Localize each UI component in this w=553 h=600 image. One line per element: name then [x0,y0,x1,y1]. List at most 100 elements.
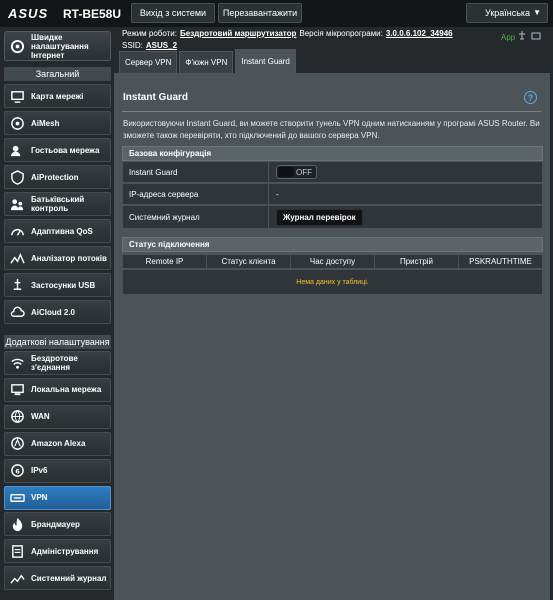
sidebar-item-aimesh[interactable]: AiMesh [4,111,111,135]
sidebar-item-network-map[interactable]: Карта мережі [4,84,111,108]
sidebar-item-wireless[interactable]: Бездротове з'єднання [4,351,111,375]
sidebar-item-label: AiCloud 2.0 [31,307,76,317]
sidebar-item-label: Адміністрування [31,546,99,556]
column-device: Пристрій [375,255,459,268]
ipv6-icon: 6 [9,462,26,479]
connection-status-header: Статус підключення [122,237,543,252]
qos-icon [9,223,26,240]
instant-guard-toggle[interactable]: OFF [276,165,317,179]
server-ip-label: IP-адреса сервера [123,184,269,204]
model-name: RT-BE58U [63,7,122,21]
reboot-button[interactable]: Перезавантажити [218,3,302,23]
alexa-icon [9,435,26,452]
sidebar-item-label: Аналізатор потоків [31,253,107,263]
mode-label: Режим роботи: [122,28,177,38]
aicloud-icon [9,304,26,321]
column-client-status: Статус клієнта [207,255,291,268]
administration-icon [9,543,26,560]
ssid-link[interactable]: ASUS_2 [146,41,177,50]
chevron-down-icon: ▼ [533,8,541,17]
traffic-analyzer-icon [9,250,26,267]
column-access-time: Час доступу [291,255,375,268]
instant-guard-label: Instant Guard [123,162,269,182]
language-select[interactable]: Українська ▼ [466,3,548,23]
sidebar-item-quick-setup[interactable]: Швидке налаштування Інтернет [4,31,111,61]
language-value: Українська [485,8,531,18]
usb-icon [9,277,26,294]
sidebar-item-wan[interactable]: WAN [4,404,111,429]
status-info: Режим роботи: Бездротовий маршрутизатор … [122,27,542,51]
firewall-icon [9,516,26,533]
sidebar-item-label: Гостьова мережа [31,145,100,155]
sidebar-item-label: Системний журнал [31,573,107,583]
server-ip-row: IP-адреса сервера - [122,183,543,205]
sidebar-item-label: VPN [31,493,48,502]
server-ip-value: - [276,189,279,199]
system-log-icon [9,570,26,587]
mode-link[interactable]: Бездротовий маршрутизатор [180,29,296,38]
asus-logo[interactable]: ASUS [8,6,48,21]
sidebar-item-label: IPv6 [31,466,48,476]
ssid-label: SSID: [122,40,143,50]
sidebar-item-qos[interactable]: Адаптивна QoS [4,219,111,243]
column-pskrauthtime: PSKRAUTHTIME [469,257,532,266]
aimesh-icon [9,115,26,132]
svg-text:6: 6 [15,467,20,475]
main-panel: Instant Guard ? Використовуючи Instant G… [114,73,550,600]
sidebar-section-general: Загальний [4,67,111,81]
sidebar-item-administration[interactable]: Адміністрування [4,539,111,564]
wan-status-icon[interactable] [531,31,541,41]
sidebar-item-firewall[interactable]: Брандмауер [4,512,111,537]
network-map-icon [9,88,26,105]
toggle-state: OFF [296,167,312,177]
sidebar-item-label: Адаптивна QoS [31,226,93,236]
wireless-icon [9,355,26,372]
title-divider [122,111,541,112]
check-log-button[interactable]: Журнал перевірок [276,208,363,226]
sidebar-item-label: Швидке налаштування Інтернет [31,32,89,60]
toggle-knob [278,167,294,177]
sidebar-item-label: WAN [31,412,50,422]
app-link[interactable]: App [501,33,515,42]
sidebar-item-traffic-analyzer[interactable]: Аналізатор потоків [4,246,111,270]
sidebar-item-label: AiMesh [31,118,60,128]
page-description: Використовуючи Instant Guard, ви можете … [123,119,540,140]
sidebar-item-vpn[interactable]: VPN [4,485,111,510]
sidebar-item-label: AiProtection [31,172,79,182]
sidebar-item-label: Батьківський контроль [31,195,85,213]
sidebar-item-label: Бездротове з'єднання [31,354,78,372]
system-log-label: Системний журнал [123,206,269,228]
page-title: Instant Guard [123,92,189,103]
sidebar-item-ipv6[interactable]: 6 IPv6 [4,458,111,483]
sidebar-item-aicloud[interactable]: AiCloud 2.0 [4,300,111,324]
instant-guard-row: Instant Guard OFF [122,161,543,183]
tab-bar: Сервер VPN Ф'южн VPN Instant Guard [119,49,296,73]
sidebar-item-label: Карта мережі [31,91,84,101]
lan-icon [9,381,26,398]
sidebar-item-aiprotection[interactable]: AiProtection [4,165,111,189]
aiprotection-icon [9,169,26,186]
sidebar-item-label: Amazon Alexa [31,439,86,449]
status-icons [517,31,541,41]
sidebar-item-label: Локальна мережа [31,385,102,395]
firmware-link[interactable]: 3.0.0.6.102_34946 [386,29,453,38]
system-log-row: Системний журнал Журнал перевірок [122,205,543,229]
basic-config-header: Базова конфігурація [122,146,543,161]
sidebar-item-guest-network[interactable]: Гостьова мережа [4,138,111,162]
sidebar-item-lan[interactable]: Локальна мережа [4,377,111,402]
tab-vpn-fusion[interactable]: Ф'южн VPN [179,51,234,73]
connection-table-header: Remote IP Статус клієнта Час доступу При… [122,254,543,269]
logout-button[interactable]: Вихід з системи [131,3,215,23]
tab-vpn-server[interactable]: Сервер VPN [119,51,178,73]
parental-control-icon [9,196,26,213]
sidebar-item-system-log[interactable]: Системний журнал [4,566,111,591]
tab-instant-guard[interactable]: Instant Guard [235,49,296,73]
sidebar-section-advanced: Додаткові налаштування [4,335,111,349]
guest-network-icon [9,142,26,159]
help-icon[interactable]: ? [524,91,537,104]
vpn-icon [9,489,26,506]
sidebar-item-usb[interactable]: Застосунки USB [4,273,111,297]
sidebar-item-alexa[interactable]: Amazon Alexa [4,431,111,456]
usb-status-icon[interactable] [517,31,527,41]
sidebar-item-parental-control[interactable]: Батьківський контроль [4,192,111,216]
